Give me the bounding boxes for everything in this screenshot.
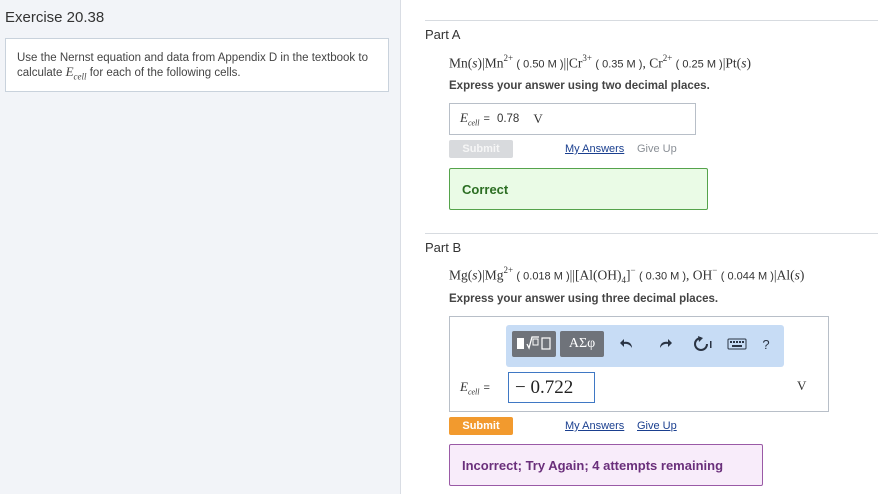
part-a-submit-button[interactable]: Submit (449, 140, 513, 158)
instruction-ecell-sub: cell (73, 71, 87, 82)
part-b-equals: = (483, 381, 490, 394)
exercise-instructions: Use the Nernst equation and data from Ap… (5, 38, 389, 92)
eq-a-text: ) (746, 55, 751, 71)
part-b-give-up-link[interactable]: Give Up (637, 420, 677, 432)
eq-a-concentration: ( 0.35 M ) (595, 58, 643, 71)
eq-b-text: ) (799, 267, 805, 283)
part-b-submit-button[interactable]: Submit (449, 417, 513, 435)
part-a-equals: = (483, 113, 490, 125)
part-a-divider (425, 20, 878, 21)
keyboard-icon (727, 338, 747, 350)
part-a-give-up-link[interactable]: Give Up (637, 143, 677, 155)
part-b-feedback-text: Incorrect; Try Again; 4 attempts remaini… (462, 457, 724, 473)
part-b-answer-input[interactable]: − 0.722 (508, 372, 595, 403)
redo-icon (660, 339, 672, 348)
eq-a-text: |Pt( (722, 55, 742, 71)
part-b-unit: V (797, 378, 807, 393)
templates-icon (517, 336, 551, 350)
part-a-feedback-text: Correct (462, 181, 509, 197)
part-b-ecell-var: Ecell (460, 379, 480, 397)
eq-b-concentration: ( 0.044 M ) (720, 270, 774, 283)
part-b-my-answers-link[interactable]: My Answers (565, 420, 624, 432)
part-b-instruction: Express your answer using three decimal … (449, 293, 719, 305)
part-b-cell-notation: Mg(s)|Mg2+ ( 0.018 M )||[Al(OH)4]− ( 0.3… (449, 265, 805, 285)
eq-b-concentration: ( 0.30 M ) (638, 270, 687, 283)
part-b-math-editor: ΑΣφ ? Ecell = − 0.722 V (449, 316, 829, 412)
part-a-feedback-correct: Correct (449, 168, 708, 210)
help-button[interactable]: ? (756, 331, 776, 357)
left-pane: Exercise 20.38 Use the Nernst equation a… (0, 0, 401, 494)
reset-button[interactable] (688, 331, 718, 357)
eq-b-charge: − (630, 265, 636, 275)
greek-symbols-label: ΑΣφ (568, 336, 596, 351)
eq-b-text: )|Mg (477, 267, 504, 283)
eq-a-text: Mn( (449, 55, 473, 71)
part-b-label: Part B (425, 240, 462, 255)
eq-a-charge: 3+ (582, 53, 592, 63)
eq-a-charge: 2+ (662, 53, 673, 63)
part-a-var-letter: E (460, 110, 468, 126)
eq-a-text: , Cr (642, 55, 663, 71)
part-a-label: Part A (425, 27, 461, 42)
eq-b-text: Mg( (449, 267, 473, 283)
eq-a-text: )|Mn (477, 55, 504, 71)
eq-a-concentration: ( 0.25 M ) (675, 58, 723, 71)
part-b-feedback-incorrect: Incorrect; Try Again; 4 attempts remaini… (449, 444, 763, 486)
eq-b-text: ] (626, 267, 631, 283)
part-a-var-sub: cell (467, 118, 480, 128)
instruction-text-end: for each of the following cells. (86, 67, 241, 79)
keyboard-button[interactable] (724, 331, 750, 357)
eq-b-charge: − (712, 265, 718, 275)
eq-b-text: |Al( (773, 267, 795, 283)
eq-a-text: ||Cr (563, 55, 583, 71)
eq-b-charge: 2+ (503, 265, 514, 275)
exercise-title: Exercise 20.38 (5, 9, 105, 26)
reset-icon (694, 336, 712, 351)
part-b-var-sub: cell (467, 387, 480, 397)
eq-b-text: ||[Al(OH) (569, 267, 622, 283)
instruction-ecell: Ecell (65, 64, 87, 82)
part-b-divider (425, 233, 878, 234)
part-a-answer-field[interactable]: Ecell = 0.78 V (449, 103, 696, 135)
right-pane: Part A Mn(s)|Mn2+ ( 0.50 M )||Cr3+ ( 0.3… (402, 0, 878, 494)
part-a-my-answers-link[interactable]: My Answers (565, 143, 624, 155)
greek-symbols-button[interactable]: ΑΣφ (560, 331, 604, 357)
redo-button[interactable] (652, 331, 678, 357)
instruction-ecell-letter: E (65, 64, 74, 79)
help-label: ? (762, 336, 770, 352)
templates-button[interactable] (512, 331, 556, 357)
part-a-unit: V (533, 111, 543, 126)
part-a-ecell-var: Ecell (460, 110, 480, 128)
undo-button[interactable] (614, 331, 640, 357)
math-toolbar: ΑΣφ ? (506, 325, 784, 367)
part-a-instruction: Express your answer using two decimal pl… (449, 80, 710, 92)
part-a-cell-notation: Mn(s)|Mn2+ ( 0.50 M )||Cr3+ ( 0.35 M ), … (449, 53, 751, 72)
part-b-var-letter: E (460, 379, 468, 394)
eq-a-concentration: ( 0.50 M ) (516, 58, 564, 71)
part-b-ecell-label: Ecell = (460, 379, 497, 397)
part-a-answer-value[interactable]: 0.78 (497, 113, 519, 125)
eq-b-text: , OH (686, 267, 713, 283)
eq-b-concentration: ( 0.018 M ) (516, 270, 570, 283)
eq-a-charge: 2+ (503, 53, 514, 63)
undo-icon (620, 339, 632, 348)
